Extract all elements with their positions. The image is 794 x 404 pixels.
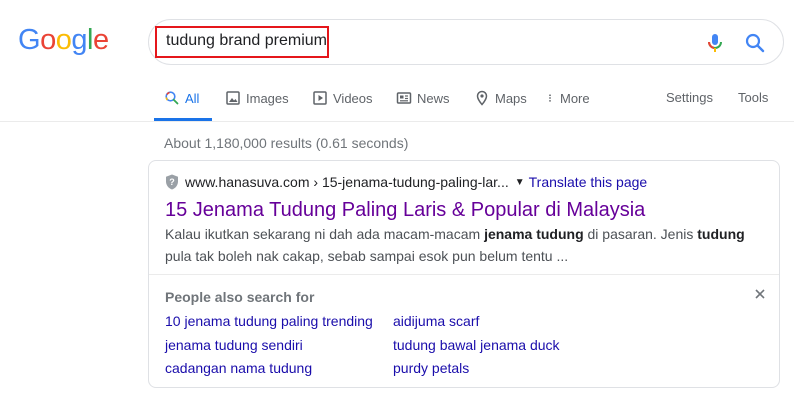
- google-logo[interactable]: Google: [18, 25, 109, 55]
- result-stats: About 1,180,000 results (0.61 seconds): [164, 135, 409, 151]
- more-vert-icon: [549, 94, 551, 102]
- result-card: ? www.hanasuva.com › 15-jenama-tudung-pa…: [148, 160, 780, 388]
- related-search-link[interactable]: cadangan nama tudung: [165, 360, 312, 376]
- result-cite-row: ? www.hanasuva.com › 15-jenama-tudung-pa…: [165, 174, 647, 190]
- tools-link[interactable]: Tools: [738, 90, 768, 105]
- search-tabs: All Images Videos News Maps More Setting…: [0, 78, 794, 122]
- news-icon: [396, 92, 412, 104]
- divider: [149, 274, 779, 275]
- snippet-keyword: jenama tudung: [484, 226, 584, 242]
- logo-letter: G: [18, 24, 41, 56]
- logo-letter: g: [71, 24, 87, 56]
- tab-label: Videos: [333, 90, 373, 106]
- tab-label: News: [417, 90, 450, 106]
- svg-text:?: ?: [169, 177, 175, 187]
- map-pin-icon: [476, 90, 488, 106]
- snippet-text: Kalau ikutkan sekarang ni dah ada macam-…: [165, 226, 485, 242]
- shield-icon: ?: [166, 174, 178, 190]
- tab-label: Images: [246, 90, 289, 106]
- settings-link[interactable]: Settings: [666, 90, 713, 105]
- search-input[interactable]: tudung brand premium: [166, 32, 327, 50]
- tab-maps[interactable]: Maps: [474, 90, 527, 106]
- search-box[interactable]: tudung brand premium: [148, 19, 784, 65]
- tab-label: All: [185, 90, 200, 106]
- tab-videos[interactable]: Videos: [312, 90, 373, 106]
- mic-icon[interactable]: [703, 31, 727, 55]
- result-snippet: Kalau ikutkan sekarang ni dah ada macam-…: [165, 223, 765, 267]
- search-icon: [165, 91, 179, 105]
- close-icon[interactable]: [753, 287, 767, 301]
- image-icon: [226, 91, 240, 105]
- related-search-link[interactable]: 10 jenama tudung paling trending: [165, 313, 373, 329]
- video-icon: [313, 91, 327, 105]
- tab-all[interactable]: All: [164, 90, 199, 106]
- related-search-link[interactable]: tudung bawal jenama duck: [393, 337, 560, 353]
- snippet-text: pula tak boleh nak cakap, sebab sampai e…: [165, 248, 569, 264]
- related-search-link[interactable]: aidijuma scarf: [393, 313, 479, 329]
- logo-letter: e: [92, 24, 109, 56]
- active-tab-indicator: [154, 118, 212, 121]
- tab-news[interactable]: News: [396, 90, 450, 106]
- logo-letter: o: [40, 24, 56, 56]
- snippet-text: di pasaran. Jenis: [583, 226, 698, 242]
- result-url[interactable]: www.hanasuva.com › 15-jenama-tudung-pali…: [185, 174, 509, 190]
- caret-down-icon[interactable]: ▼: [515, 177, 525, 188]
- logo-letter: o: [55, 24, 72, 56]
- snippet-keyword: tudung: [697, 226, 745, 242]
- search-icon[interactable]: [743, 31, 767, 55]
- result-title-link[interactable]: 15 Jenama Tudung Paling Laris & Popular …: [165, 199, 645, 222]
- tab-more[interactable]: More: [545, 90, 590, 106]
- related-search-link[interactable]: jenama tudung sendiri: [165, 337, 303, 353]
- tab-label: More: [560, 90, 590, 106]
- tab-label: Maps: [495, 90, 527, 106]
- tab-images[interactable]: Images: [225, 90, 289, 106]
- people-also-search-title: People also search for: [165, 289, 315, 305]
- translate-link[interactable]: Translate this page: [529, 174, 648, 190]
- related-search-link[interactable]: purdy petals: [393, 360, 469, 376]
